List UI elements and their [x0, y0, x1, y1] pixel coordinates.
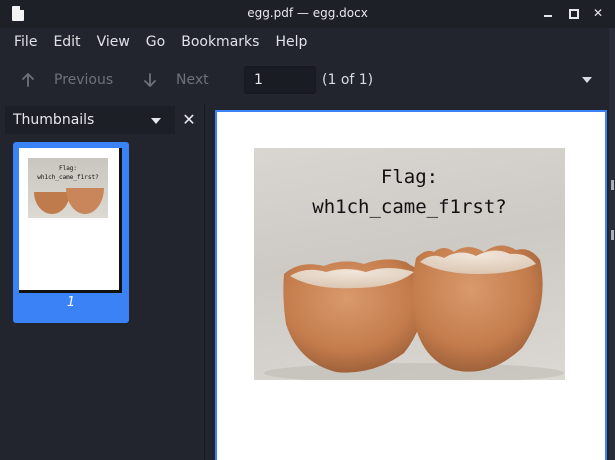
flag-text: Flag: wh1ch_came_f1rst?	[254, 162, 565, 222]
minimize-icon[interactable]	[541, 6, 555, 20]
sidebar: Thumbnails ✕ Flag: wh1ch_came_f1rst? 1	[5, 104, 205, 460]
menu-bookmarks[interactable]: Bookmarks	[173, 28, 267, 56]
page-count: (1 of 1)	[322, 72, 374, 88]
menu-edit[interactable]: Edit	[45, 28, 88, 56]
next-label: Next	[176, 72, 209, 88]
menu-file[interactable]: File	[6, 28, 45, 56]
thumbnail-page-label: 1	[66, 295, 76, 310]
toolbar: Previous Next 1 (1 of 1)	[0, 56, 615, 104]
close-window-icon[interactable]: ✕	[591, 6, 605, 20]
menu-bar: File Edit View Go Bookmarks Help	[0, 28, 615, 56]
menu-help[interactable]: Help	[267, 28, 315, 56]
page-number-input[interactable]: 1	[244, 66, 316, 94]
maximize-icon[interactable]	[566, 6, 580, 20]
egg-image: Flag: wh1ch_came_f1rst?	[254, 148, 565, 380]
document-view[interactable]: Flag: wh1ch_came_f1rst?	[208, 104, 615, 460]
flag-line-2: wh1ch_came_f1rst?	[312, 196, 507, 218]
flag-line-1: Flag:	[380, 166, 439, 188]
chevron-down-icon	[151, 118, 161, 124]
document-page: Flag: wh1ch_came_f1rst?	[215, 110, 607, 460]
thumbnail-egg-image: Flag: wh1ch_came_f1rst?	[28, 158, 108, 218]
menu-go[interactable]: Go	[138, 28, 173, 56]
previous-label: Previous	[54, 72, 114, 88]
arrow-down-icon	[144, 73, 156, 87]
sidebar-header: Thumbnails ✕	[5, 106, 205, 134]
close-sidebar-icon[interactable]: ✕	[181, 110, 197, 130]
sidebar-mode-select[interactable]: Thumbnails	[5, 106, 175, 134]
thumbnail-page: Flag: wh1ch_came_f1rst?	[19, 148, 122, 293]
adjacent-window-edge	[609, 28, 615, 460]
title-bar: egg.pdf — egg.docx ✕	[0, 0, 615, 28]
previous-button[interactable]: Previous	[20, 68, 113, 92]
toolbar-menu-chevron-down-icon[interactable]	[582, 77, 592, 83]
window-title: egg.pdf — egg.docx	[247, 6, 368, 20]
edge-mark	[611, 230, 614, 240]
thumbnail-egg-shell-right	[66, 188, 104, 214]
menu-view[interactable]: View	[89, 28, 138, 56]
sidebar-mode-label: Thumbnails	[13, 112, 95, 128]
edge-mark	[611, 180, 614, 190]
thumbnail-item[interactable]: Flag: wh1ch_came_f1rst? 1	[13, 142, 129, 323]
arrow-up-icon	[22, 73, 34, 87]
next-button[interactable]: Next	[142, 68, 209, 92]
thumbnail-flag-text: Flag: wh1ch_came_f1rst?	[37, 165, 99, 181]
thumbnail-egg-shell-left	[34, 192, 70, 214]
